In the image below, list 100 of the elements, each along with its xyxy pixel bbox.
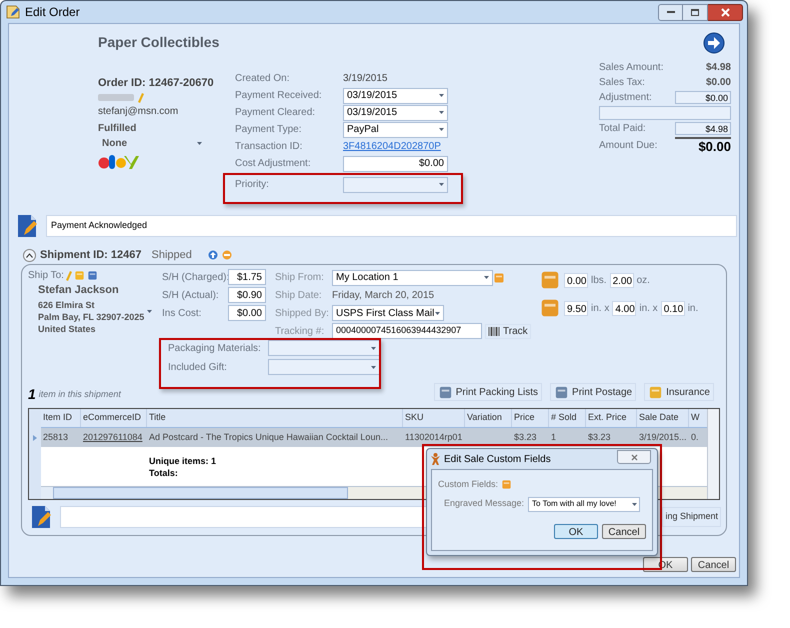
unit-label: in. [688, 302, 698, 316]
item-count: 1 [28, 387, 36, 401]
table-cell-text: 3/19/2015... [638, 430, 688, 444]
upload-icon[interactable] [208, 250, 218, 260]
status-dropdown[interactable]: None [98, 136, 202, 150]
charge-label: Ins Cost: [162, 306, 202, 320]
column-header[interactable]: Ext. Price [586, 409, 637, 427]
remove-icon[interactable] [222, 250, 232, 260]
shipment-status: Shipped [151, 248, 192, 263]
shipment-button[interactable]: ing Shipment [662, 507, 721, 527]
total-value: $0.00 [706, 76, 731, 90]
footer-button[interactable]: Cancel [691, 557, 736, 572]
row-indicator [33, 434, 37, 440]
note-pencil-icon [16, 214, 38, 238]
track-button[interactable]: Track [485, 324, 531, 339]
input-field[interactable]: $0.90 [228, 287, 266, 303]
column-header[interactable]: eCommerceID [81, 409, 147, 427]
shipment-title: Shipment ID: 12467 [40, 248, 142, 263]
input-field[interactable]: $4.98 [675, 122, 731, 135]
action-button[interactable]: Print Postage [550, 383, 636, 401]
total-label: Sales Tax: [599, 76, 645, 90]
maximize-button[interactable] [683, 4, 708, 20]
table-cell-text: Ad Postcard - The Tropics Unique Hawaiian Cocktail Loun... [148, 430, 389, 444]
ship-date: Friday, March 20, 2015 [332, 289, 434, 304]
column-header[interactable]: Price [512, 409, 549, 427]
input-field[interactable]: 2.00 [610, 272, 634, 288]
total-value: $4.98 [706, 61, 731, 75]
store-name: Paper Collectibles [98, 33, 220, 52]
close-button[interactable] [708, 4, 743, 20]
dropdown[interactable] [268, 340, 380, 356]
column-header[interactable]: Title [147, 409, 403, 427]
unit-label: oz. [636, 274, 650, 288]
dropdown[interactable] [343, 176, 448, 192]
unit-label: lbs. [591, 274, 607, 288]
table-cell-text: $3.23 [587, 430, 612, 444]
caret-icon [197, 142, 202, 144]
dropdown[interactable]: 03/19/2015 [343, 88, 448, 104]
address-line: United States [38, 322, 97, 334]
action-button[interactable]: Insurance [644, 383, 714, 401]
order-status: Fulfilled [98, 122, 138, 136]
column-header[interactable]: Sale Date [637, 409, 689, 427]
input-field[interactable]: $1.75 [228, 269, 266, 285]
caret-icon [371, 366, 376, 368]
table-cell-text: 0. [690, 430, 700, 444]
column-header[interactable]: SKU [403, 409, 465, 427]
pencil-icon[interactable] [66, 270, 72, 280]
input-field[interactable]: $0.00 [228, 305, 266, 321]
vertical-scrollbar[interactable] [707, 409, 719, 499]
column-header[interactable]: # Sold [549, 409, 586, 427]
shipping-label: Ship From: [275, 271, 325, 286]
input-field[interactable]: 0004000074516063944432907 [332, 323, 482, 340]
input-field[interactable]: 9.50 [564, 300, 588, 316]
input-field[interactable]: $0.00 [343, 156, 448, 172]
custom-field-label: Packaging Materials: [168, 342, 262, 356]
caret-icon [147, 310, 152, 313]
barcode-icon [488, 326, 500, 336]
field-label: Created On: [235, 72, 290, 86]
collapse-toggle[interactable] [23, 248, 36, 262]
window-title: Edit Order [25, 4, 80, 21]
chevron-icon [26, 252, 33, 258]
column-header[interactable]: Variation [465, 409, 512, 427]
column-header[interactable]: Item ID [41, 409, 81, 427]
caret-icon [484, 276, 489, 280]
dropdown[interactable]: PayPal [343, 122, 448, 138]
table-row[interactable]: 25813 201297611084 Ad Postcard - The Tropics Unique Hawaiian Cocktail Loun... 11302014rp01 $3.23 1 $3.23 3/19/2015... 0. [41, 428, 707, 447]
table-cell[interactable]: 201297611084 [81, 428, 147, 447]
unit-label: in. x [639, 302, 658, 316]
total-value: $0.00 [675, 136, 731, 154]
transaction-link[interactable]: 3F4816204D202870P [343, 139, 441, 154]
shipping-label: Shipped By: [275, 306, 330, 321]
dialog-button[interactable]: Cancel [602, 524, 646, 538]
order-id: Order ID: 12467-20670 [98, 76, 215, 91]
dropdown[interactable]: 03/19/2015 [343, 104, 448, 120]
dialog-button[interactable]: OK [554, 524, 598, 538]
table-cell-text: 1 [550, 430, 558, 444]
pencil-icon [138, 92, 144, 102]
close-icon [720, 8, 730, 16]
dropdown[interactable]: My Location 1 [332, 270, 493, 286]
section-label: Custom Fields: [438, 478, 498, 491]
recipient-name: Stefan Jackson [38, 283, 120, 298]
input-field[interactable] [599, 106, 731, 120]
total-label: Total Paid: [599, 122, 646, 136]
dropdown[interactable]: USPS First Class Mail [332, 305, 444, 322]
dropdown[interactable] [268, 359, 380, 375]
input-field[interactable]: 0.00 [564, 272, 588, 288]
field-label: Payment Cleared: [235, 106, 316, 120]
caret-icon [439, 128, 444, 131]
dropdown[interactable]: To Tom with all my love! [528, 496, 640, 512]
ship-to-label: Ship To: [28, 269, 64, 283]
input-field[interactable]: $0.00 [675, 91, 731, 104]
dialog-title: Edit Sale Custom Fields [444, 452, 551, 466]
table-cell-text: $3.23 [513, 430, 538, 444]
unit-label: in. x [591, 302, 610, 316]
input-field[interactable]: 0.10 [660, 300, 685, 316]
address-line: Palm Bay, FL 32907-2025 [38, 310, 144, 322]
action-button[interactable]: Print Packing Lists [434, 383, 542, 401]
note-field[interactable]: Payment Acknowledged [46, 215, 737, 237]
minimize-button[interactable] [658, 4, 683, 20]
custom-field-label: Included Gift: [168, 360, 228, 374]
input-field[interactable]: 4.00 [612, 300, 636, 316]
